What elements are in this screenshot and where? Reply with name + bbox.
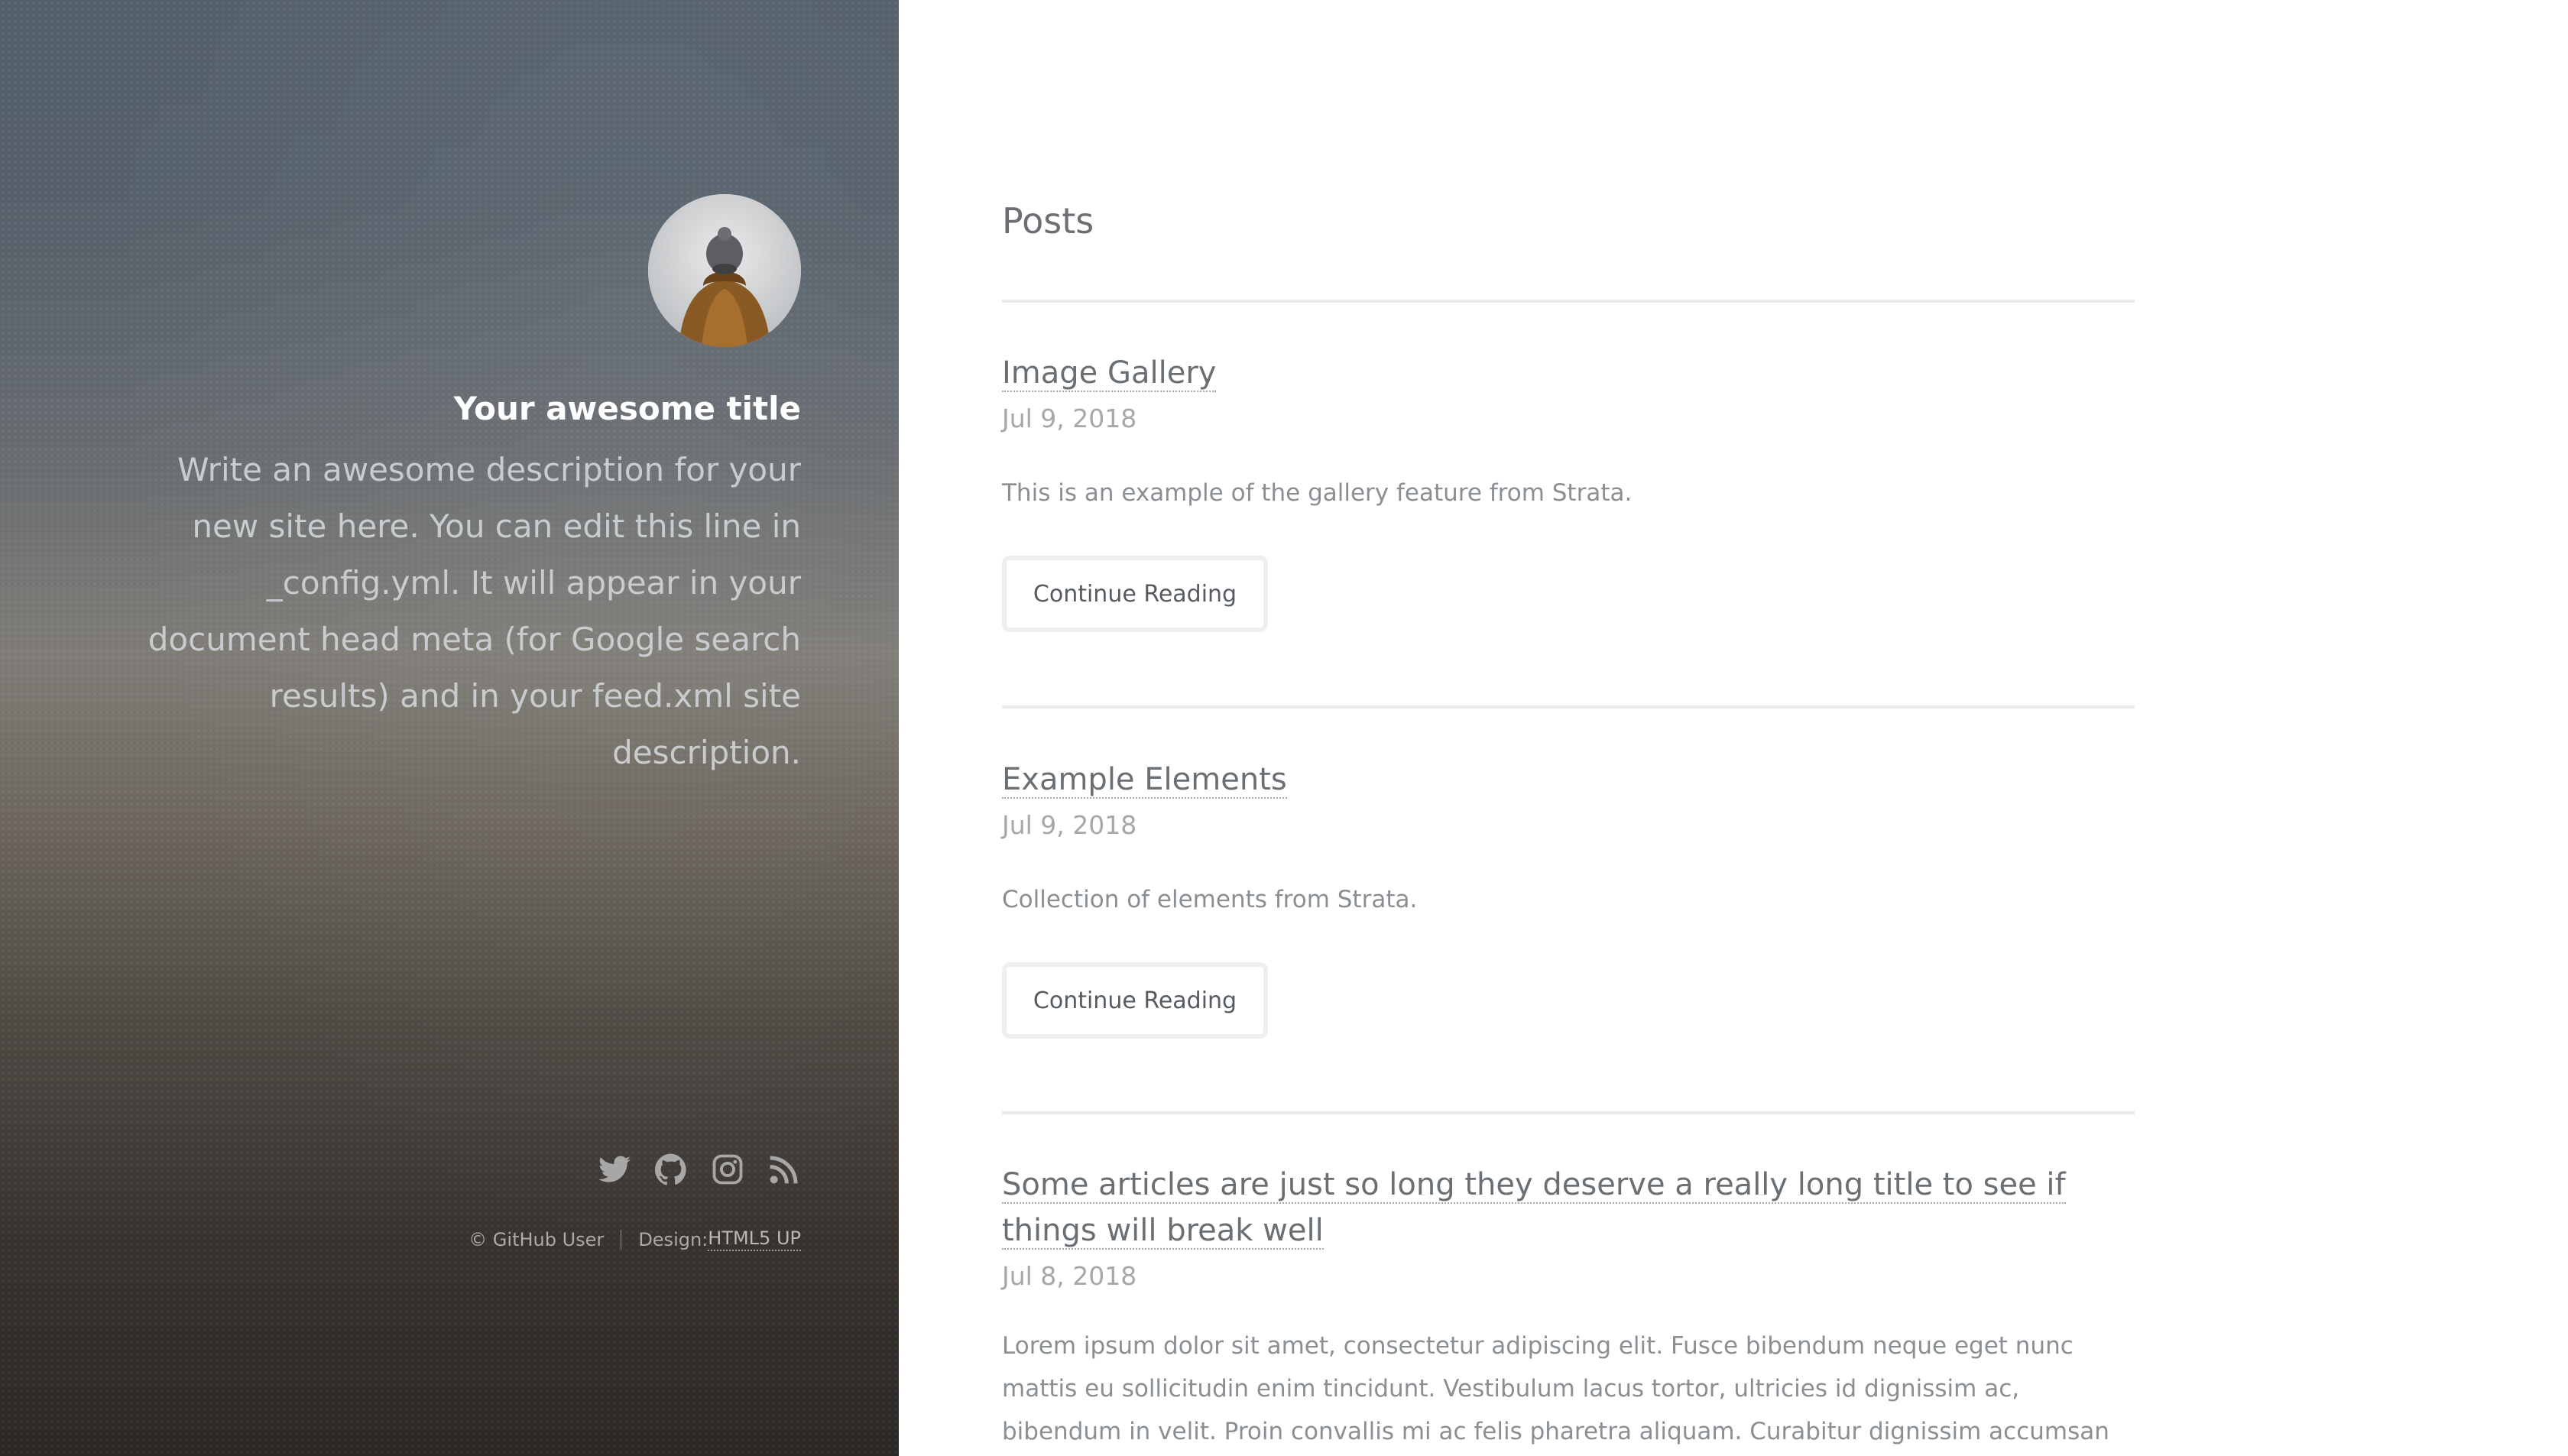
sidebar-header: Your awesome title Write an awesome desc… [37,194,801,781]
site-title: Your awesome title [453,390,801,427]
divider [1002,300,2135,303]
rss-icon[interactable] [767,1153,801,1186]
divider [1002,705,2135,709]
design-link[interactable]: HTML5 UP [708,1227,801,1251]
avatar[interactable] [648,194,801,347]
post-item: Some articles are just so long they dese… [1002,1162,2135,1456]
continue-reading-button[interactable]: Continue Reading [1002,556,1268,632]
post-excerpt: This is an example of the gallery featur… [1002,479,1633,507]
continue-reading-button[interactable]: Continue Reading [1002,962,1268,1039]
post-title-link[interactable]: Some articles are just so long they dese… [1002,1167,2066,1250]
avatar-image [648,194,801,347]
divider [1002,1111,2135,1114]
instagram-icon[interactable] [711,1153,744,1186]
post-item: Image Gallery Jul 9, 2018 This is an exa… [1002,350,2135,632]
post-date: Jul 9, 2018 [1002,810,1137,840]
copyright-text: © GitHub User [469,1228,605,1250]
social-links [598,1153,801,1186]
page: Your awesome title Write an awesome desc… [0,0,2568,1456]
post-item: Example Elements Jul 9, 2018 Collection … [1002,757,2135,1039]
design-label: Design: [638,1228,708,1250]
twitter-icon[interactable] [598,1153,631,1186]
sidebar: Your awesome title Write an awesome desc… [0,0,899,1456]
github-icon[interactable] [654,1153,688,1186]
sidebar-footer: © GitHub User Design: HTML5 UP [469,1227,801,1251]
post-date: Jul 8, 2018 [1002,1261,1137,1291]
site-description: Write an awesome description for your ne… [148,451,801,772]
post-title-link[interactable]: Example Elements [1002,762,1287,799]
post-excerpt: Lorem ipsum dolor sit amet, consectetur … [1002,1332,2109,1445]
post-excerpt: Collection of elements from Strata. [1002,886,1418,913]
post-title-link[interactable]: Image Gallery [1002,355,1217,392]
post-date: Jul 9, 2018 [1002,404,1137,433]
posts-heading: Posts [1002,200,1094,242]
